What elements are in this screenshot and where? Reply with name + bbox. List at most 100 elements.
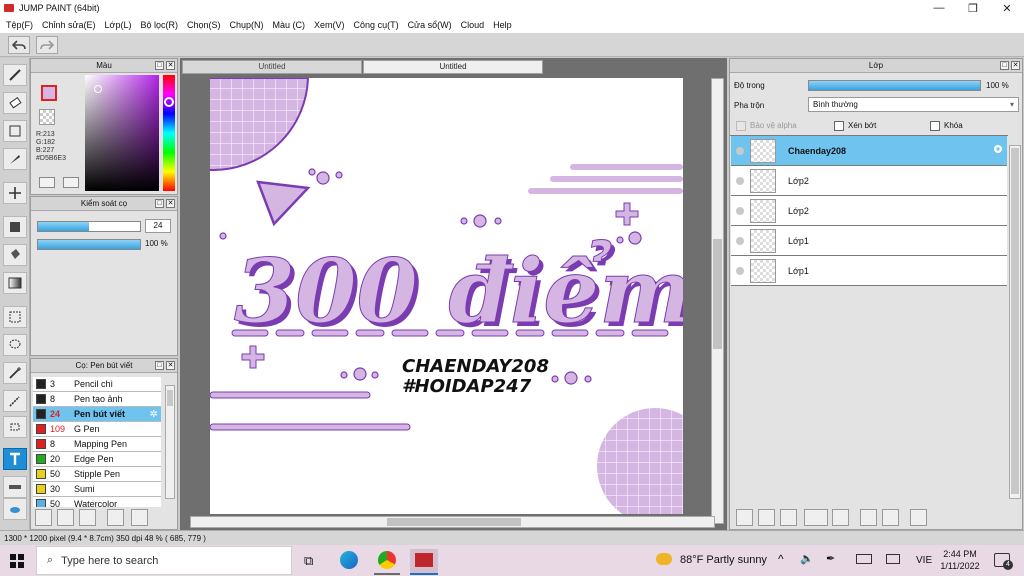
merge-layer-button[interactable] (882, 509, 899, 526)
layer-row[interactable]: Lớp2 (731, 166, 1007, 196)
canvas-hscroll-thumb[interactable] (387, 518, 521, 526)
layer-visibility-toggle[interactable] (736, 236, 744, 245)
layer-visibility-toggle[interactable] (736, 176, 744, 185)
brush-item[interactable]: 8 Pen tạo ảnh (33, 392, 161, 407)
bucket-tool[interactable] (3, 244, 27, 266)
layer-list-scrollbar[interactable] (1009, 145, 1021, 499)
display-icon[interactable] (886, 554, 900, 564)
saturation-value-picker[interactable] (85, 75, 159, 191)
cloud-tool[interactable] (3, 498, 27, 520)
tray-chevron-icon[interactable]: ^ (778, 552, 784, 566)
volume-icon[interactable]: 🔈 (800, 552, 814, 565)
chrome-icon[interactable] (378, 551, 396, 569)
menu-edit[interactable]: Chỉnh sửa(E) (39, 20, 102, 30)
canvas-hscrollbar[interactable] (190, 516, 715, 528)
shape-tool[interactable] (3, 120, 27, 142)
brush-item[interactable]: 24 Pen bút viết ✲ (33, 407, 161, 422)
clipping-checkbox[interactable]: Xén bớt (834, 121, 876, 131)
panel-close-icon[interactable]: ✕ (1011, 61, 1020, 70)
sv-picker-handle[interactable] (94, 85, 102, 93)
undo-button[interactable] (8, 36, 30, 54)
pen-tool[interactable] (3, 148, 27, 170)
panel-float-icon[interactable]: □ (155, 61, 164, 70)
color-palette-button[interactable] (63, 177, 79, 188)
menu-filter[interactable]: Bộ lọc(R) (137, 20, 184, 30)
lasso-tool[interactable] (3, 334, 27, 356)
brush-item[interactable]: 20 Edge Pen (33, 452, 161, 467)
layer-visibility-toggle[interactable] (736, 146, 744, 155)
layer-visibility-toggle[interactable] (736, 266, 744, 275)
brush-size-slider[interactable] (37, 221, 141, 232)
layer-visibility-toggle[interactable] (736, 206, 744, 215)
layer-opacity-slider[interactable] (808, 80, 981, 91)
new-folder-button[interactable] (832, 509, 849, 526)
brush-size-value[interactable]: 24 (145, 219, 171, 233)
layer-row[interactable]: Lớp1 (731, 226, 1007, 256)
panel-close-icon[interactable]: ✕ (166, 61, 175, 70)
color-wheel-button[interactable] (39, 177, 55, 188)
windows-start-button[interactable] (10, 554, 24, 570)
brush-item[interactable]: 8 Mapping Pen (33, 437, 161, 452)
brush-item[interactable]: 109 G Pen (33, 422, 161, 437)
edge-icon[interactable] (340, 551, 358, 569)
clock[interactable]: 2:44 PM 1/11/2022 (936, 548, 984, 572)
brush-list-scrollbar[interactable] (165, 385, 175, 499)
new-text-layer-button[interactable] (780, 509, 797, 526)
transparent-swatch[interactable] (39, 109, 55, 125)
blend-mode-select[interactable]: Bình thường ▾ (808, 97, 1019, 112)
move-tool[interactable] (3, 182, 27, 204)
menu-help[interactable]: Help (490, 20, 518, 30)
menu-window[interactable]: Cửa sổ(W) (405, 20, 458, 30)
menu-tools[interactable]: Công cụ(T) (351, 20, 405, 30)
canvas[interactable]: 300 điểm 300 điểm CHAENDAY208 #HOIDAP247 (210, 78, 683, 514)
layer-gear-icon[interactable] (992, 143, 1002, 153)
menu-layer[interactable]: Lớp(L) (102, 20, 138, 30)
canvas-vscrollbar[interactable] (711, 78, 724, 524)
brush-item[interactable]: 50 Stipple Pen (33, 467, 161, 482)
fill-rect-tool[interactable] (3, 216, 27, 238)
new-brush-button[interactable] (57, 509, 74, 526)
panel-close-icon[interactable]: ✕ (166, 361, 175, 370)
minimize-button[interactable]: — (922, 0, 956, 16)
weather-text[interactable]: 88°F Partly sunny (680, 554, 767, 566)
layer-row[interactable]: Lớp2 (731, 196, 1007, 226)
layer-row[interactable]: Chaenday208 (731, 136, 1007, 166)
menu-select[interactable]: Chọn(S) (184, 20, 227, 30)
close-button[interactable]: ✕ (990, 0, 1024, 16)
hue-slider[interactable] (163, 75, 175, 191)
brush-import-button[interactable] (107, 509, 124, 526)
brush-settings-button[interactable] (35, 509, 52, 526)
brush-opacity-slider[interactable] (37, 239, 141, 250)
delete-layer-button[interactable] (910, 509, 927, 526)
canvas-vscroll-thumb[interactable] (713, 239, 722, 349)
line-tool[interactable] (3, 476, 27, 498)
select-pen-tool[interactable] (3, 390, 27, 412)
brush-settings-gear-icon[interactable]: ✲ (150, 409, 158, 420)
brush-folder-button[interactable] (131, 509, 148, 526)
panel-float-icon[interactable]: □ (155, 361, 164, 370)
brush-copy-button[interactable] (79, 509, 96, 526)
panel-float-icon[interactable]: □ (1000, 61, 1009, 70)
protect-alpha-checkbox[interactable]: Bảo vệ alpha (736, 121, 797, 131)
select-eraser-tool[interactable] (3, 416, 27, 438)
taskbar-search[interactable]: ⌕ Type here to search (36, 546, 292, 575)
keyboard-icon[interactable] (856, 554, 872, 564)
doc-tab-1[interactable]: Untitled (182, 60, 362, 74)
jump-paint-taskbar-button[interactable] (410, 549, 438, 573)
maximize-button[interactable]: ❐ (956, 0, 990, 16)
doc-tab-2[interactable]: Untitled (363, 60, 543, 74)
menu-cloud[interactable]: Cloud (458, 20, 491, 30)
task-view-icon[interactable]: ⧉ (304, 553, 313, 569)
lock-checkbox[interactable]: Khóa (930, 121, 963, 131)
foreground-color-swatch[interactable] (41, 85, 57, 101)
pen-tray-icon[interactable]: ✒ (826, 552, 835, 565)
hue-handle[interactable] (164, 97, 174, 107)
redo-button[interactable] (36, 36, 58, 54)
brush-item[interactable]: 50 Watercolor (33, 497, 161, 507)
duplicate-layer-button[interactable] (860, 509, 877, 526)
layer-scroll-thumb[interactable] (1011, 148, 1019, 494)
menu-color[interactable]: Màu (C) (270, 20, 312, 30)
menu-view[interactable]: Xem(V) (311, 20, 351, 30)
select-rect-tool[interactable] (3, 306, 27, 328)
text-tool[interactable] (3, 448, 27, 470)
